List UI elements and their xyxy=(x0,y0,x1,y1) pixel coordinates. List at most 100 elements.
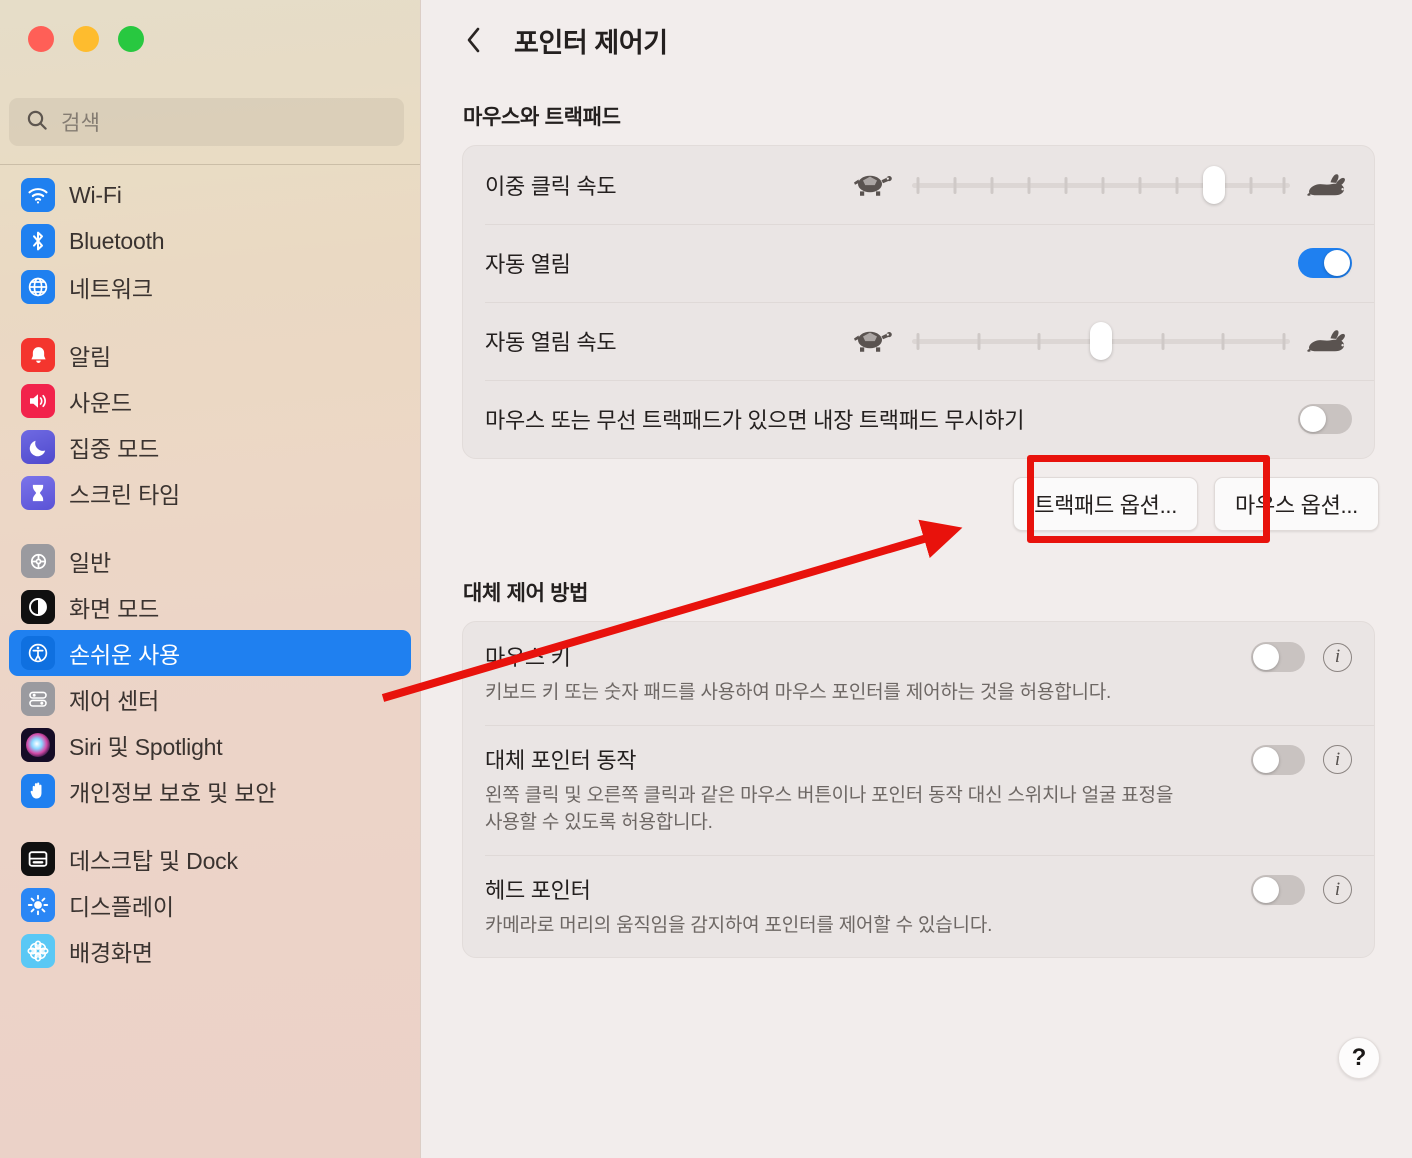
mouse-options-button[interactable]: 마우스 옵션... xyxy=(1214,477,1379,531)
alt-item-head-pointer: 헤드 포인터 카메라로 머리의 움직임을 감지하여 포인터를 제어할 수 있습니… xyxy=(463,854,1374,958)
sidebar-item-privacy-security[interactable]: 개인정보 보호 및 보안 xyxy=(9,768,411,814)
close-button[interactable] xyxy=(28,26,54,52)
sidebar-item-displays[interactable]: 디스플레이 xyxy=(9,882,411,928)
mouse-trackpad-card: 이중 클릭 속도 자동 열림 자동 열림 속도 마우스 또는 무선 트랙패드가 … xyxy=(462,145,1375,459)
head-pointer-toggle[interactable] xyxy=(1251,874,1305,905)
main-content: 포인터 제어기 마우스와 트랙패드 이중 클릭 속도 자동 열림 자동 열림 속… xyxy=(421,0,1412,1158)
sidebar-item-label: Wi-Fi xyxy=(69,181,122,208)
sidebar: 검색 Wi-Fi Bluetooth 네트워크 알림 사운드 집중 모드 스크린… xyxy=(0,0,421,1158)
mouse-keys-toggle[interactable] xyxy=(1251,642,1305,672)
sidebar-item-desktop-dock[interactable]: 데스크탑 및 Dock xyxy=(9,836,411,882)
alt-item-controls: i xyxy=(1251,873,1352,905)
spring-loading-speed-slider[interactable] xyxy=(912,322,1290,360)
wallpaper-icon xyxy=(21,934,55,968)
moon-icon xyxy=(21,430,55,464)
trackpad-options-button[interactable]: 트랙패드 옵션... xyxy=(1013,477,1199,531)
brightness-icon xyxy=(21,888,55,922)
accessibility-icon xyxy=(21,636,55,670)
alt-item-text: 헤드 포인터 카메라로 머리의 움직임을 감지하여 포인터를 제어할 수 있습니… xyxy=(485,873,1237,940)
alt-item-title: 헤드 포인터 xyxy=(485,877,591,903)
minimize-button[interactable] xyxy=(73,26,99,52)
page-title: 포인터 제어기 xyxy=(514,27,668,58)
hourglass-icon xyxy=(21,476,55,510)
row-label: 이중 클릭 속도 xyxy=(485,174,617,199)
sidebar-item-notifications[interactable]: 알림 xyxy=(9,332,411,378)
sidebar-item-label: 사운드 xyxy=(69,390,132,416)
row-double-click-speed: 이중 클릭 속도 xyxy=(463,146,1374,224)
section-title-alternate-control: 대체 제어 방법 xyxy=(463,582,589,605)
speaker-icon xyxy=(21,384,55,418)
sidebar-item-screen-time[interactable]: 스크린 타임 xyxy=(9,470,411,516)
sidebar-group-network: Wi-Fi Bluetooth 네트워크 xyxy=(9,172,411,310)
sidebar-item-label: 스크린 타임 xyxy=(69,482,180,508)
rabbit-icon xyxy=(1306,326,1352,356)
search-icon xyxy=(25,108,49,137)
slider-knob[interactable] xyxy=(1203,166,1226,204)
sidebar-item-general[interactable]: 일반 xyxy=(9,538,411,584)
ignore-builtin-trackpad-toggle[interactable] xyxy=(1298,404,1352,434)
sidebar-item-wifi[interactable]: Wi-Fi xyxy=(9,172,411,218)
sidebar-group-desktop: 데스크탑 및 Dock 디스플레이 배경화면 xyxy=(9,836,411,974)
row-label: 자동 열림 속도 xyxy=(485,330,617,355)
slider-knob[interactable] xyxy=(1090,322,1112,360)
main-toolbar: 포인터 제어기 xyxy=(421,0,1412,80)
sidebar-divider xyxy=(0,164,420,165)
sidebar-item-label: 데스크탑 및 Dock xyxy=(69,848,238,874)
options-button-row: 트랙패드 옵션... 마우스 옵션... xyxy=(421,455,1379,543)
double-click-speed-slider[interactable] xyxy=(912,166,1290,204)
sidebar-item-appearance[interactable]: 화면 모드 xyxy=(9,584,411,630)
sidebar-item-label: 디스플레이 xyxy=(69,894,174,920)
system-settings-window: 검색 Wi-Fi Bluetooth 네트워크 알림 사운드 집중 모드 스크린… xyxy=(0,0,1412,1158)
alt-item-text: 대체 포인터 동작 왼쪽 클릭 및 오른쪽 클릭과 같은 마우스 버튼이나 포인… xyxy=(485,743,1237,837)
alternate-control-card: 마우스 키 키보드 키 또는 숫자 패드를 사용하여 마우스 포인터를 제어하는… xyxy=(462,621,1375,959)
search-input[interactable]: 검색 xyxy=(9,98,404,146)
sidebar-item-accessibility[interactable]: 손쉬운 사용 xyxy=(9,630,411,676)
sidebar-item-focus[interactable]: 집중 모드 xyxy=(9,424,411,470)
sidebar-item-sound[interactable]: 사운드 xyxy=(9,378,411,424)
sidebar-group-notifications: 알림 사운드 집중 모드 스크린 타임 xyxy=(9,332,411,516)
alt-item-description: 왼쪽 클릭 및 오른쪽 클릭과 같은 마우스 버튼이나 포인터 동작 대신 스위… xyxy=(485,784,1174,834)
sidebar-item-wallpaper[interactable]: 배경화면 xyxy=(9,928,411,974)
sidebar-nav: Wi-Fi Bluetooth 네트워크 알림 사운드 집중 모드 스크린 타임… xyxy=(0,172,420,974)
alt-item-text: 마우스 키 키보드 키 또는 숫자 패드를 사용하여 마우스 포인터를 제어하는… xyxy=(485,640,1237,707)
turtle-icon xyxy=(850,170,896,200)
toggle-thumb xyxy=(1324,250,1350,276)
zoom-button[interactable] xyxy=(118,26,144,52)
search-container: 검색 xyxy=(9,98,404,146)
appearance-icon xyxy=(21,590,55,624)
toggle-thumb xyxy=(1300,406,1326,432)
info-icon[interactable]: i xyxy=(1323,642,1352,672)
back-button[interactable] xyxy=(461,23,487,57)
help-button[interactable]: ? xyxy=(1338,1037,1380,1079)
spring-loading-toggle[interactable] xyxy=(1298,248,1352,278)
toggle-thumb xyxy=(1253,876,1279,903)
sidebar-item-label: Siri 및 Spotlight xyxy=(69,734,223,760)
sidebar-item-bluetooth[interactable]: Bluetooth xyxy=(9,218,411,264)
row-label: 자동 열림 xyxy=(485,252,571,277)
alt-item-title: 대체 포인터 동작 xyxy=(485,747,637,773)
trackpad-options-cell: 트랙패드 옵션... xyxy=(1013,455,1271,543)
bell-icon xyxy=(21,338,55,372)
sidebar-item-siri-spotlight[interactable]: Siri 및 Spotlight xyxy=(9,722,411,768)
info-icon[interactable]: i xyxy=(1323,875,1352,905)
info-icon[interactable]: i xyxy=(1323,745,1352,775)
settings-scroll-area: 마우스와 트랙패드 이중 클릭 속도 자동 열림 자동 열림 속도 마우스 또는… xyxy=(421,80,1412,1158)
siri-icon xyxy=(21,728,55,762)
toggle-thumb xyxy=(1253,746,1279,773)
spring-loading-speed-control xyxy=(850,322,1352,360)
section-title-mouse-trackpad: 마우스와 트랙패드 xyxy=(463,106,621,129)
turtle-icon xyxy=(850,326,896,356)
sidebar-item-label: 배경화면 xyxy=(69,940,153,966)
sidebar-item-network[interactable]: 네트워크 xyxy=(9,264,411,310)
search-placeholder: 검색 xyxy=(61,112,101,135)
desktop-dock-icon xyxy=(21,842,55,876)
alternate-pointer-actions-toggle[interactable] xyxy=(1251,744,1305,775)
alt-item-title: 마우스 키 xyxy=(485,645,571,670)
row-spring-loading-speed: 자동 열림 속도 xyxy=(463,302,1374,380)
sidebar-item-label: 제어 센터 xyxy=(69,688,160,714)
sidebar-item-label: 네트워크 xyxy=(69,276,153,302)
bluetooth-icon xyxy=(21,224,55,258)
sidebar-item-label: 손쉬운 사용 xyxy=(69,642,180,668)
sidebar-item-control-center[interactable]: 제어 센터 xyxy=(9,676,411,722)
alt-item-controls: i xyxy=(1251,640,1352,672)
